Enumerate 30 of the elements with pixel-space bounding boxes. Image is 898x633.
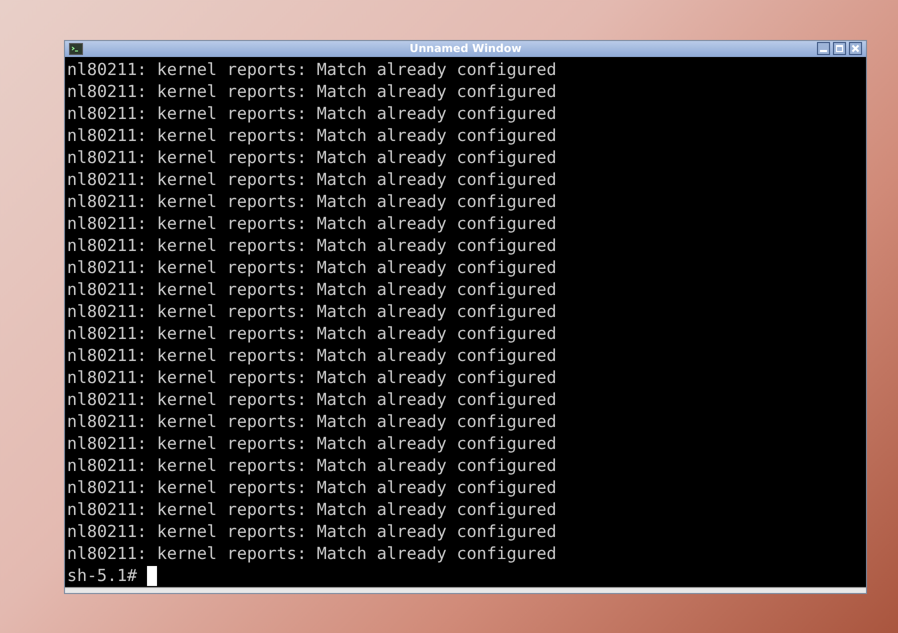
text-cursor (146, 566, 157, 586)
output-line: nl80211: kernel reports: Match already configured (67, 80, 557, 103)
output-line: nl80211: kernel reports: Match already configured (67, 278, 557, 301)
output-line: nl80211: kernel reports: Match already configured (67, 322, 557, 345)
window-title: Unnamed Window (410, 42, 522, 56)
output-line: nl80211: kernel reports: Match already configured (67, 256, 557, 279)
output-line: nl80211: kernel reports: Match already configured (67, 58, 557, 81)
terminal-icon (69, 42, 83, 55)
output-line: nl80211: kernel reports: Match already configured (67, 520, 557, 543)
output-line: nl80211: kernel reports: Match already configured (67, 498, 557, 521)
output-line: nl80211: kernel reports: Match already configured (67, 542, 557, 565)
output-line: nl80211: kernel reports: Match already configured (67, 344, 557, 367)
output-line: nl80211: kernel reports: Match already configured (67, 476, 557, 499)
output-line: nl80211: kernel reports: Match already configured (67, 454, 557, 477)
output-line: nl80211: kernel reports: Match already configured (67, 234, 557, 257)
output-line: nl80211: kernel reports: Match already configured (67, 102, 557, 125)
minimize-icon[interactable] (817, 42, 830, 56)
output-line: nl80211: kernel reports: Match already configured (67, 410, 557, 433)
output-line: nl80211: kernel reports: Match already configured (67, 300, 557, 323)
output-line: nl80211: kernel reports: Match already configured (67, 124, 557, 147)
output-line: nl80211: kernel reports: Match already configured (67, 388, 557, 411)
output-line: nl80211: kernel reports: Match already configured (67, 432, 557, 455)
shell-prompt: sh-5.1# (67, 564, 137, 587)
output-line: nl80211: kernel reports: Match already configured (67, 366, 557, 389)
output-line: nl80211: kernel reports: Match already configured (67, 190, 557, 213)
output-line: nl80211: kernel reports: Match already configured (67, 146, 557, 169)
output-line: nl80211: kernel reports: Match already configured (67, 212, 557, 235)
close-icon[interactable] (849, 42, 862, 56)
maximize-icon[interactable] (833, 42, 846, 56)
output-line: nl80211: kernel reports: Match already configured (67, 168, 557, 191)
